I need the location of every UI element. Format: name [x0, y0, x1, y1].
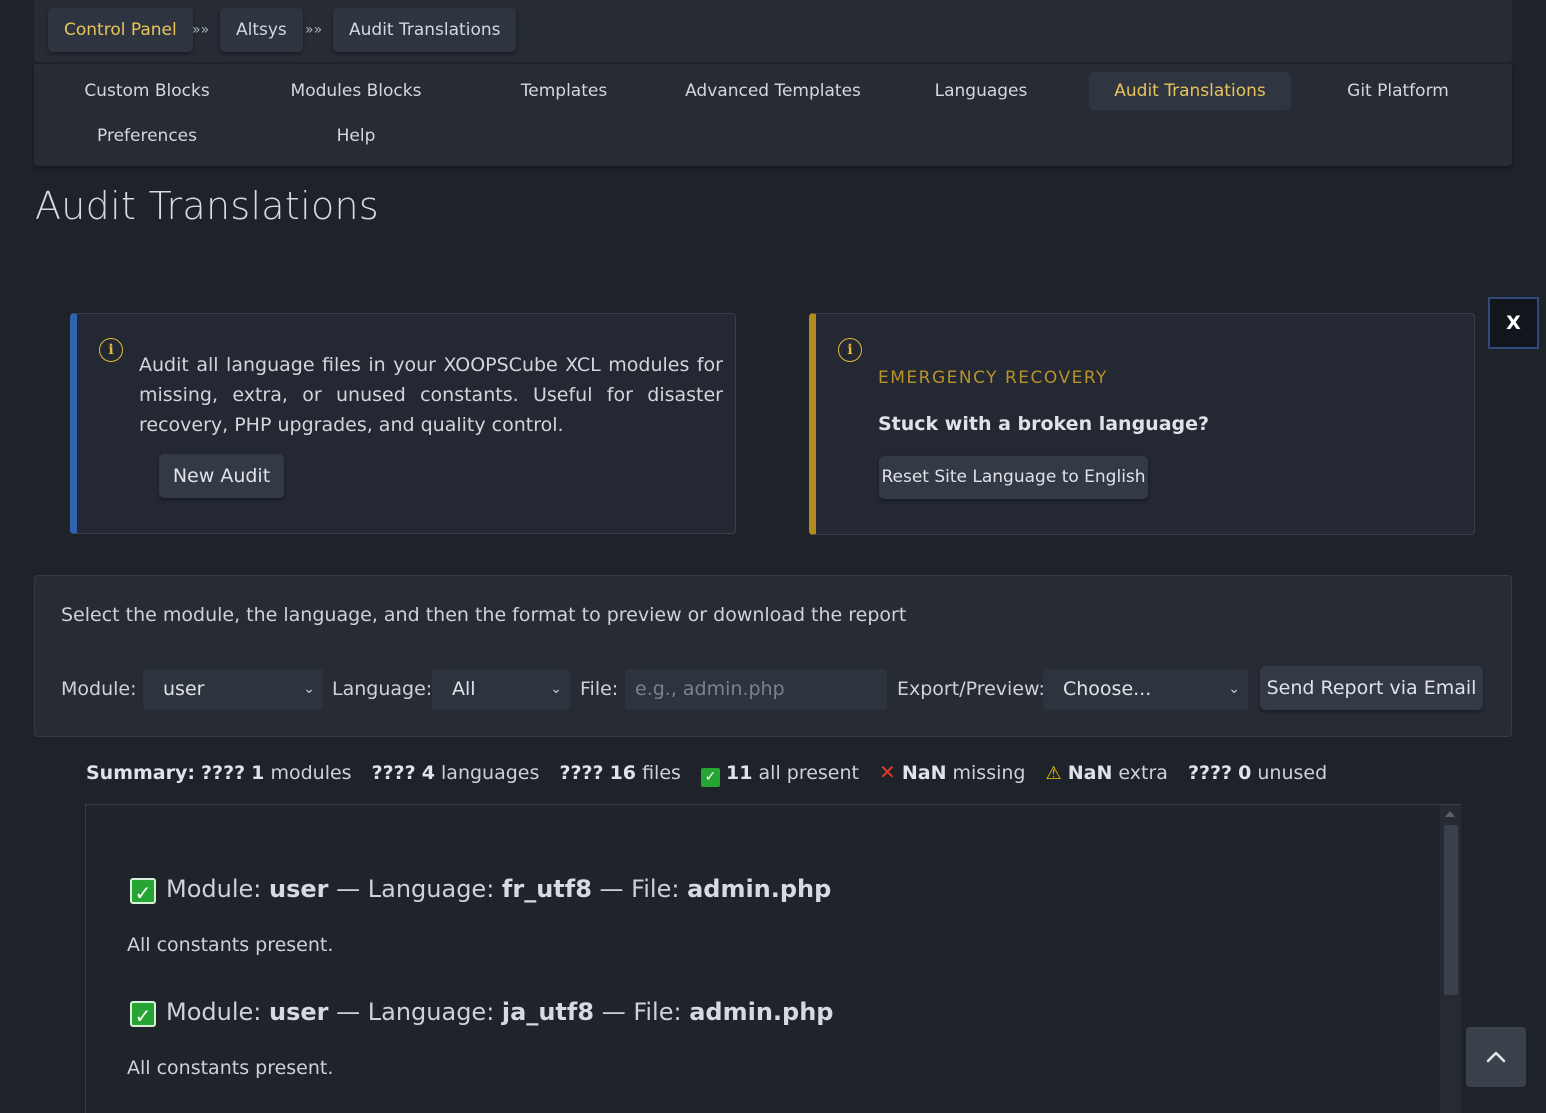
export-select[interactable]: Choose... ⌄: [1043, 669, 1248, 710]
breadcrumb: Control Panel »» Altsys »» Audit Transla…: [34, 0, 1512, 62]
modules-count: 1: [251, 762, 265, 784]
unused-word: unused: [1257, 762, 1328, 784]
unused-prefix: ????: [1187, 762, 1233, 784]
check-icon: ✓: [130, 1001, 156, 1028]
result-heading: ✓ Module: user — Language: ja_utf8 — File…: [130, 998, 834, 1028]
summary-bar: Summary: ???? 1 modules ???? 4 languages…: [86, 760, 1327, 787]
files-count: 16: [609, 762, 637, 784]
breadcrumb-separator: »»: [192, 22, 210, 38]
result-module-label: Module:: [166, 875, 262, 903]
missing-count: NaN: [901, 762, 947, 784]
result-file-label: — File:: [601, 998, 682, 1026]
chevron-up-icon: [1486, 1051, 1506, 1063]
report-form: Select the module, the language, and the…: [34, 575, 1512, 737]
chevron-down-icon: ⌄: [1228, 681, 1240, 697]
send-report-button[interactable]: Send Report via Email: [1260, 666, 1483, 710]
extra-word: extra: [1118, 762, 1168, 784]
export-label: Export/Preview:: [897, 678, 1045, 700]
breadcrumb-control-panel[interactable]: Control Panel: [48, 8, 193, 52]
result-language-label: — Language:: [336, 998, 495, 1026]
tab-templates[interactable]: Templates: [461, 72, 667, 110]
result-message: All constants present.: [127, 934, 334, 956]
close-button[interactable]: X: [1488, 297, 1539, 349]
file-label: File:: [580, 678, 619, 700]
reset-language-button[interactable]: Reset Site Language to English: [879, 456, 1148, 499]
check-icon: ✓: [700, 768, 720, 787]
tab-custom-blocks[interactable]: Custom Blocks: [44, 72, 250, 110]
languages-prefix: ????: [371, 762, 416, 784]
emergency-subtitle: Stuck with a broken language?: [878, 413, 1210, 435]
export-select-value: Choose...: [1063, 678, 1152, 700]
info-icon: i: [838, 338, 862, 362]
result-module: user: [269, 875, 329, 903]
file-input[interactable]: e.g., admin.php: [625, 669, 887, 710]
results-scrollbar[interactable]: [1440, 805, 1461, 1113]
tab-advanced-templates[interactable]: Advanced Templates: [670, 72, 876, 110]
result-language-label: — Language:: [336, 875, 495, 903]
warning-icon: ⚠: [1045, 763, 1062, 784]
language-select-value: All: [452, 678, 476, 700]
language-label: Language:: [332, 678, 433, 700]
tab-git-platform[interactable]: Git Platform: [1295, 72, 1501, 110]
emergency-recovery-card: i EMERGENCY RECOVERY Stuck with a broken…: [809, 313, 1475, 535]
modules-word: modules: [270, 762, 352, 784]
result-language: ja_utf8: [501, 998, 595, 1026]
result-module-label: Module:: [166, 998, 262, 1026]
breadcrumb-altsys[interactable]: Altsys: [220, 8, 303, 52]
present-count: 11: [726, 762, 753, 784]
results-panel[interactable]: ✓ Module: user — Language: fr_utf8 — File…: [85, 804, 1461, 1113]
module-label: Module:: [61, 678, 137, 700]
languages-count: 4: [421, 762, 435, 784]
modules-prefix: ????: [201, 762, 246, 784]
extra-count: NaN: [1067, 762, 1113, 784]
module-select-value: user: [163, 678, 205, 700]
result-heading: ✓ Module: user — Language: fr_utf8 — File…: [130, 875, 832, 905]
info-icon: i: [99, 338, 123, 362]
unused-count: 0: [1238, 762, 1252, 784]
languages-word: languages: [441, 762, 540, 784]
tab-preferences[interactable]: Preferences: [44, 117, 250, 155]
check-icon: ✓: [130, 878, 156, 905]
breadcrumb-separator: »»: [305, 22, 323, 38]
breadcrumb-audit-translations[interactable]: Audit Translations: [333, 8, 517, 52]
present-word: all present: [758, 762, 859, 784]
chevron-down-icon: ⌄: [550, 681, 562, 697]
result-module: user: [269, 998, 329, 1026]
form-intro: Select the module, the language, and the…: [61, 604, 907, 626]
page-title: Audit Translations: [35, 184, 379, 228]
cross-icon: ✕: [879, 760, 896, 784]
missing-word: missing: [952, 762, 1026, 784]
result-file: admin.php: [687, 875, 832, 903]
module-select[interactable]: user ⌄: [143, 669, 323, 710]
tab-help[interactable]: Help: [253, 117, 459, 155]
back-to-top-button[interactable]: [1466, 1027, 1526, 1087]
result-message: All constants present.: [127, 1057, 334, 1079]
audit-info-card: i Audit all language files in your XOOPS…: [70, 313, 736, 534]
tab-audit-translations[interactable]: Audit Translations: [1089, 72, 1291, 110]
tab-navigation: Custom Blocks Modules Blocks Templates A…: [34, 64, 1512, 166]
summary-label: Summary:: [86, 762, 195, 784]
tab-modules-blocks[interactable]: Modules Blocks: [253, 72, 459, 110]
result-file: admin.php: [689, 998, 834, 1026]
scroll-up-icon[interactable]: [1445, 811, 1455, 817]
tab-languages[interactable]: Languages: [878, 72, 1084, 110]
files-prefix: ????: [559, 762, 604, 784]
new-audit-button[interactable]: New Audit: [159, 454, 284, 498]
chevron-down-icon: ⌄: [303, 681, 315, 697]
result-file-label: — File:: [599, 875, 680, 903]
files-word: files: [642, 762, 681, 784]
emergency-title: EMERGENCY RECOVERY: [878, 368, 1108, 388]
scrollbar-thumb[interactable]: [1444, 825, 1458, 995]
language-select[interactable]: All ⌄: [432, 669, 570, 710]
audit-description: Audit all language files in your XOOPSCu…: [139, 354, 723, 436]
result-language: fr_utf8: [501, 875, 592, 903]
